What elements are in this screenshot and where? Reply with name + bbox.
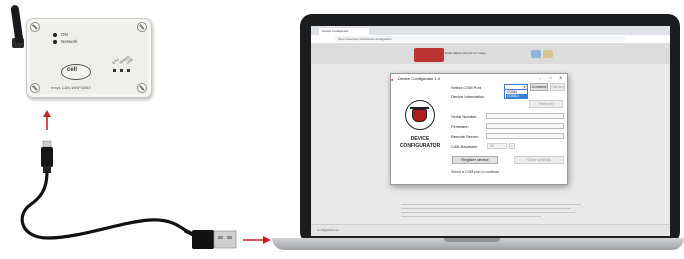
brand-logo-text: cell — [67, 67, 78, 73]
save-settings-button[interactable]: Save settings — [514, 156, 564, 164]
can-baud-select[interactable]: 50 — [487, 143, 507, 149]
connect-button[interactable]: Connect — [530, 83, 548, 91]
laptop-screen: Device Configurator https://example.loca… — [311, 26, 670, 236]
configurator-logo-icon — [405, 100, 435, 130]
device-info-label: Device Information — [451, 94, 485, 99]
screw-icon — [137, 83, 147, 93]
can-baud-label: CAN Baudrate: — [451, 144, 478, 149]
power-led — [53, 33, 57, 37]
arrow-right-icon — [243, 236, 271, 244]
serial-label: Serial Number: — [451, 114, 478, 119]
page-text-line — [401, 216, 541, 217]
com-option-selected[interactable]: COM10 — [506, 94, 527, 98]
cable-wire — [20, 170, 190, 240]
page-text-line — [401, 212, 576, 213]
thumbnail-icon — [531, 50, 541, 58]
eth-led — [113, 69, 116, 72]
page-header: Rattle Barrie Monitor for Cargo — [311, 44, 670, 64]
select-com-label: Select COM Port — [451, 85, 482, 90]
brand-line-2: CONFIGURATOR — [399, 143, 441, 149]
speed-led — [120, 69, 123, 72]
laptop-notch — [444, 238, 500, 242]
app-icon: ● — [391, 77, 394, 82]
refresh-button[interactable]: Refresh — [529, 100, 563, 108]
remote-server-label: Remote Server: — [451, 134, 480, 139]
network-led — [53, 40, 57, 44]
firmware-field — [486, 123, 564, 129]
usb-led — [127, 69, 130, 72]
serial-field — [486, 113, 564, 119]
register-device-button[interactable]: Register device — [452, 156, 498, 164]
screw-icon — [30, 22, 40, 32]
led-label-network: Network — [61, 39, 78, 44]
device-housing: ON Network cell ersys CAN-WNP3i083 ETH S… — [26, 18, 152, 98]
usb-a-connector-icon — [184, 229, 237, 249]
cancel-button[interactable]: Cancel — [550, 83, 565, 91]
page-text-line — [401, 208, 571, 209]
thumbnail-icon — [543, 50, 553, 58]
maximize-button[interactable]: □ — [549, 75, 551, 80]
status-text: Configurator.exe — [317, 228, 340, 232]
screw-icon — [137, 22, 147, 32]
device-configurator-dialog: ● Device Configurator 1.0 – □ ✕ DEVICE C… — [390, 73, 568, 185]
gateway-device: ON Network cell ersys CAN-WNP3i083 ETH S… — [10, 4, 158, 103]
logo-cup — [412, 109, 427, 122]
arrow-up-icon — [43, 110, 51, 130]
led-label-on: ON — [61, 32, 68, 37]
site-logo — [414, 48, 444, 62]
site-title: Rattle Barrie Monitor for Cargo — [445, 51, 486, 55]
browser-tab[interactable]: Device Configurator — [319, 28, 369, 35]
firmware-label: Firmware: — [451, 124, 469, 129]
dialog-title: Device Configurator 1.0 — [398, 76, 441, 81]
browser-toolbar: https://example.local/device-configurato… — [311, 35, 670, 44]
minimize-button[interactable]: – — [539, 75, 541, 80]
status-bar: Configurator.exe — [311, 224, 670, 236]
hint-text: Select a COM port to continue. — [451, 170, 501, 174]
brand-line-1: DEVICE — [410, 136, 430, 142]
com-port-dropdown: COM4 COM10 — [504, 89, 528, 99]
mini-usb-connector-icon — [41, 140, 53, 173]
remote-server-field[interactable] — [486, 133, 564, 139]
close-button[interactable]: ✕ — [559, 75, 562, 80]
screw-icon — [30, 83, 40, 93]
browser-tab-bar: Device Configurator — [311, 26, 670, 35]
model-label: ersys CAN-WNP3i083 — [51, 85, 91, 90]
page-text-line — [401, 204, 581, 205]
brand-panel: DEVICE CONFIGURATOR — [394, 84, 446, 180]
address-bar[interactable]: https://example.local/device-configurato… — [335, 36, 625, 42]
chevron-down-icon[interactable]: ▾ — [509, 143, 515, 149]
